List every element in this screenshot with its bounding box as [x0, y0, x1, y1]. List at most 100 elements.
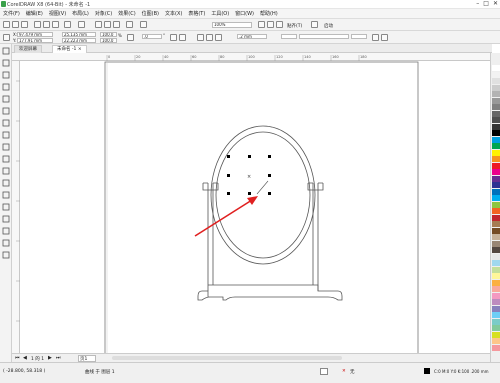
width-input[interactable]: 25.135 mm	[62, 32, 96, 37]
mirror-horizontal-icon[interactable]	[170, 34, 177, 41]
publish-pdf-icon[interactable]	[126, 21, 133, 28]
minimize-button[interactable]: –	[476, 0, 479, 7]
color-swatch[interactable]	[492, 195, 500, 201]
color-swatch[interactable]	[492, 71, 500, 78]
drawing-canvas[interactable]: ×	[20, 61, 490, 358]
height-input[interactable]: 22.223 mm	[62, 38, 96, 43]
freehand-tool-icon[interactable]	[2, 95, 10, 103]
menu-item[interactable]: 编辑(E)	[26, 10, 43, 17]
color-swatch[interactable]	[492, 240, 500, 247]
artistic-media-icon[interactable]	[2, 107, 10, 115]
color-swatch[interactable]	[492, 65, 500, 71]
color-swatch[interactable]	[492, 299, 500, 305]
open-icon[interactable]	[12, 21, 19, 28]
scale-width-input[interactable]: 100.0	[100, 32, 117, 37]
full-screen-icon[interactable]	[258, 21, 265, 28]
start-arrowhead-select[interactable]	[281, 34, 297, 39]
color-swatch[interactable]	[492, 214, 500, 221]
menu-item[interactable]: 效果(C)	[118, 10, 135, 17]
crop-tool-icon[interactable]	[2, 71, 10, 79]
smart-fill-icon[interactable]	[2, 239, 10, 247]
end-arrowhead-select[interactable]	[351, 34, 367, 39]
menu-item[interactable]: 窗口(W)	[235, 10, 254, 17]
cut-icon[interactable]	[34, 21, 41, 28]
menu-item[interactable]: 位图(B)	[142, 10, 159, 17]
corel-connect-icon[interactable]	[140, 21, 147, 28]
color-swatch[interactable]	[492, 312, 500, 318]
x-position-input[interactable]: 97.479 mm	[17, 32, 53, 37]
color-swatch[interactable]	[492, 227, 500, 234]
snap-to-label[interactable]: 贴齐(T)	[287, 23, 302, 29]
color-swatch[interactable]	[492, 162, 500, 169]
color-swatch[interactable]	[492, 273, 500, 279]
pick-tool-icon[interactable]	[2, 47, 10, 55]
color-swatch[interactable]	[492, 136, 500, 143]
copy-icon[interactable]	[43, 21, 50, 28]
color-swatch[interactable]	[492, 188, 500, 195]
prev-page-button[interactable]: ◀	[23, 355, 27, 361]
next-page-button[interactable]: ▶	[48, 355, 52, 361]
import-icon[interactable]	[104, 21, 111, 28]
color-swatch[interactable]	[492, 338, 500, 344]
color-swatch[interactable]	[492, 84, 500, 91]
first-page-button[interactable]: ⏮	[15, 355, 20, 361]
color-swatch[interactable]	[492, 78, 500, 84]
line-style-select[interactable]	[299, 34, 349, 39]
outline-color-swatch[interactable]	[424, 368, 430, 374]
close-tab-icon[interactable]: ×	[78, 47, 82, 52]
color-swatch[interactable]	[492, 149, 500, 156]
to-front-icon[interactable]	[381, 34, 388, 41]
color-swatch[interactable]	[492, 266, 500, 273]
close-curve-icon[interactable]	[206, 34, 213, 41]
page-tab[interactable]: 页1	[78, 355, 96, 362]
color-swatch[interactable]	[492, 344, 500, 351]
paste-icon[interactable]	[52, 21, 59, 28]
color-swatch[interactable]	[492, 286, 500, 292]
object-origin-icon[interactable]	[3, 34, 10, 41]
menu-item[interactable]: 文件(F)	[3, 10, 20, 17]
color-swatch[interactable]	[492, 325, 500, 331]
color-swatch[interactable]	[492, 208, 500, 214]
color-swatch[interactable]	[492, 182, 500, 188]
color-swatch[interactable]	[492, 260, 500, 266]
polygon-tool-icon[interactable]	[2, 143, 10, 151]
rectangle-tool-icon[interactable]	[2, 119, 10, 127]
menu-item[interactable]: 表格(T)	[188, 10, 205, 17]
menu-item[interactable]: 布局(L)	[72, 10, 89, 17]
color-swatch[interactable]	[492, 318, 500, 325]
color-swatch[interactable]	[492, 331, 500, 338]
eyedropper-icon[interactable]	[2, 215, 10, 223]
color-swatch[interactable]	[492, 110, 500, 117]
color-swatch[interactable]	[492, 234, 500, 240]
color-swatch[interactable]	[492, 201, 500, 208]
menu-item[interactable]: 视图(V)	[49, 10, 66, 17]
zoom-level-select[interactable]: 100%	[212, 22, 252, 28]
close-button[interactable]: ✕	[493, 0, 498, 7]
color-swatch[interactable]	[492, 253, 500, 260]
parallel-dimension-icon[interactable]	[2, 167, 10, 175]
interactive-fill-icon[interactable]	[2, 227, 10, 235]
color-swatch[interactable]	[492, 143, 500, 149]
text-wrap-icon[interactable]	[372, 34, 379, 41]
color-swatch[interactable]	[492, 130, 500, 136]
color-swatch[interactable]	[492, 305, 500, 312]
y-position-input[interactable]: 177.91 mm	[17, 38, 53, 43]
lock-ratio-icon[interactable]	[127, 34, 134, 41]
zoom-tool-icon[interactable]	[2, 83, 10, 91]
menu-item[interactable]: 文本(X)	[165, 10, 182, 17]
color-swatch[interactable]	[492, 156, 500, 162]
add-tool-icon[interactable]	[2, 251, 10, 259]
export-icon[interactable]	[113, 21, 120, 28]
horizontal-scrollbar[interactable]	[112, 356, 342, 360]
scale-height-input[interactable]: 100.0	[100, 38, 117, 43]
ellipse-tool-icon[interactable]	[2, 131, 10, 139]
menu-item[interactable]: 对象(C)	[95, 10, 112, 17]
new-document-icon[interactable]	[3, 21, 10, 28]
connector-tool-icon[interactable]	[2, 179, 10, 187]
color-swatch[interactable]	[492, 221, 500, 227]
text-tool-icon[interactable]	[2, 155, 10, 163]
drop-shadow-icon[interactable]	[2, 191, 10, 199]
last-page-button[interactable]: ⏭	[56, 355, 61, 361]
node-type-icon[interactable]	[197, 34, 204, 41]
menu-item[interactable]: 工具(O)	[211, 10, 229, 17]
